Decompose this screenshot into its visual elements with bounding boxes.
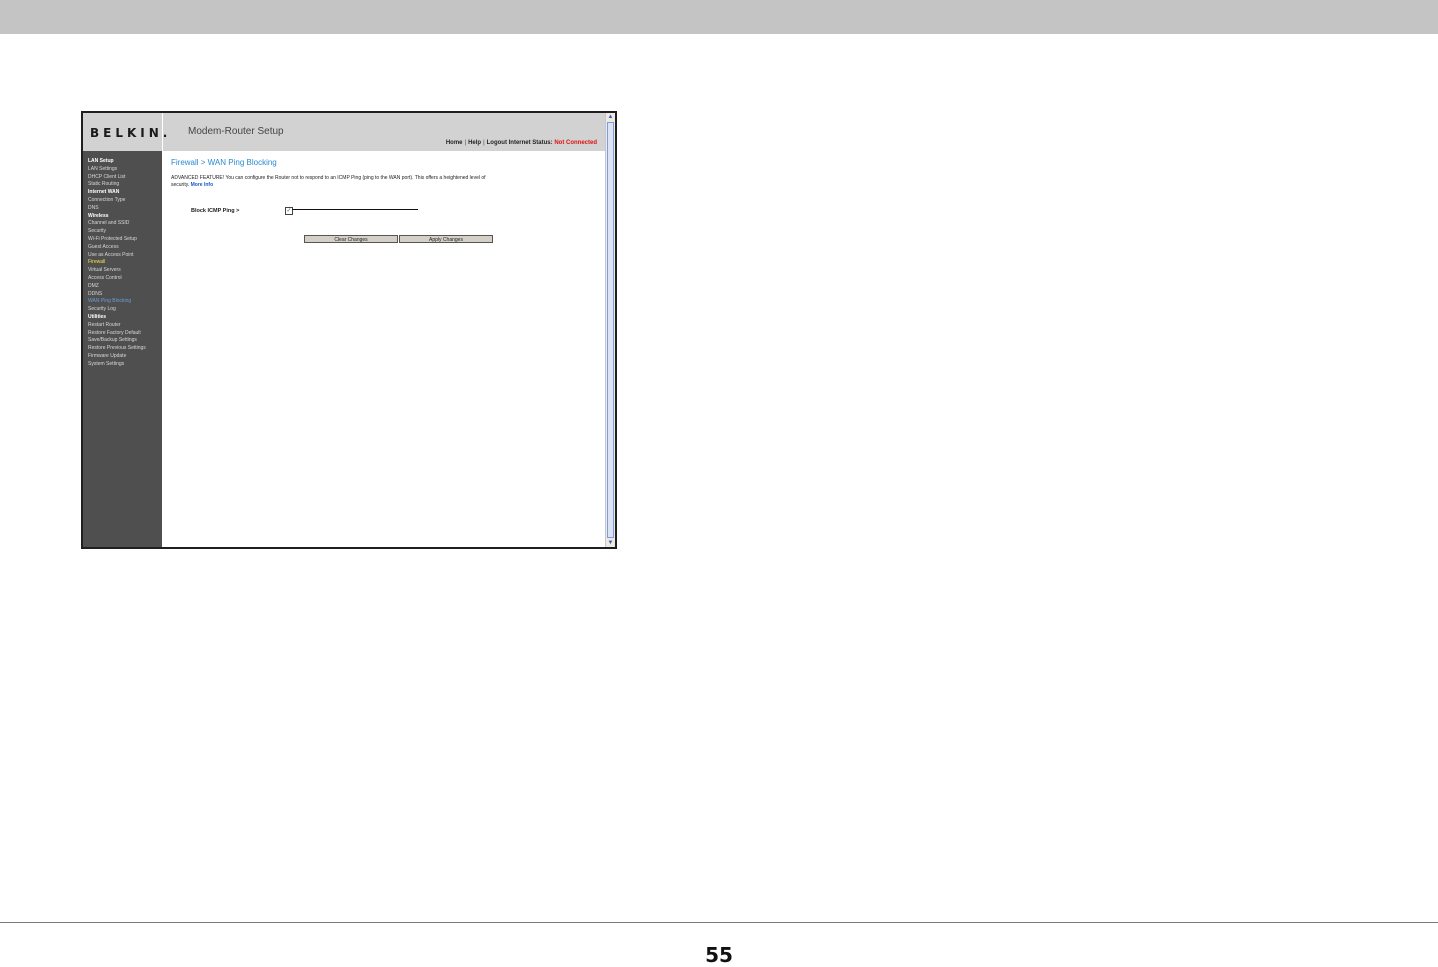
sidebar-item[interactable]: Restore Factory Default: [83, 330, 162, 338]
sidebar-item[interactable]: DDNS: [83, 291, 162, 299]
feature-description: ADVANCED FEATURE! You can configure the …: [171, 175, 491, 189]
sidebar-item[interactable]: Access Control: [83, 275, 162, 283]
sidebar-nav: LAN Setup LAN Settings DHCP Client List Sta…: [83, 151, 162, 547]
page-title: Firewall > WAN Ping Blocking: [171, 158, 277, 167]
sidebar-item[interactable]: WAN Ping Blocking: [83, 298, 162, 306]
header-band: [0, 0, 1438, 34]
sidebar-item[interactable]: Firewall: [83, 259, 162, 267]
sidebar-item[interactable]: Firmware Update: [83, 353, 162, 361]
callout-line: [292, 209, 418, 210]
sidebar-item[interactable]: Guest Access: [83, 244, 162, 252]
sidebar-item[interactable]: Restore Previous Settings: [83, 345, 162, 353]
app-title: Modem-Router Setup: [188, 126, 284, 137]
sidebar-item[interactable]: Use as Access Point: [83, 252, 162, 260]
more-info-link[interactable]: More Info: [191, 182, 214, 188]
scroll-up-icon[interactable]: ▲: [607, 113, 614, 121]
top-nav: Home | Help | Logout Internet Status: Not Co…: [445, 140, 597, 146]
sidebar-item[interactable]: Security Log: [83, 306, 162, 314]
sidebar-item[interactable]: Restart Router: [83, 322, 162, 330]
sidebar-item[interactable]: DHCP Client List: [83, 174, 162, 182]
scroll-down-icon[interactable]: ▼: [607, 539, 614, 547]
description-text: ADVANCED FEATURE! You can configure the …: [171, 175, 486, 188]
router-header: BELKIN. Modem-Router Setup Home | Help | Log…: [83, 113, 605, 151]
main-content: Firewall > WAN Ping Blocking ADVANCED FE…: [163, 151, 605, 547]
scroll-thumb[interactable]: [607, 122, 614, 538]
sidebar-section-heading: LAN Setup: [88, 158, 114, 164]
vertical-scrollbar[interactable]: ▲ ▼: [605, 113, 615, 547]
block-icmp-label: Block ICMP Ping >: [191, 208, 240, 214]
checkmark-icon: ✓: [286, 208, 292, 214]
sidebar-section-heading: Wireless: [88, 212, 109, 219]
sidebar-section-heading: Internet WAN: [88, 189, 120, 196]
nav-logout-link[interactable]: Logout: [487, 140, 507, 146]
sidebar-item[interactable]: DMZ: [83, 283, 162, 291]
nav-help-link[interactable]: Help: [468, 140, 481, 146]
belkin-logo: BELKIN.: [90, 126, 172, 140]
apply-changes-button[interactable]: Apply Changes: [399, 235, 493, 243]
internet-status-label: Internet Status:: [508, 140, 553, 146]
clear-changes-button[interactable]: Clear Changes: [304, 235, 398, 243]
sidebar-item[interactable]: Static Routing: [83, 181, 162, 189]
sidebar-item[interactable]: Save/Backup Settings: [83, 337, 162, 345]
sidebar-item[interactable]: Channel and SSID: [83, 220, 162, 228]
nav-home-link[interactable]: Home: [446, 140, 463, 146]
sidebar-item[interactable]: Connection Type: [83, 197, 162, 205]
sidebar-section-heading: Utilities: [88, 313, 107, 320]
router-screenshot: BELKIN. Modem-Router Setup Home | Help | Log…: [81, 111, 617, 549]
sidebar-item[interactable]: Wi-Fi Protected Setup: [83, 236, 162, 244]
sidebar-item[interactable]: Virtual Servers: [83, 267, 162, 275]
header-divider: [162, 113, 163, 151]
sidebar-item[interactable]: System Settings: [83, 361, 162, 369]
page-number: 55: [705, 943, 733, 967]
internet-status-value: Not Connected: [554, 140, 597, 146]
sidebar-item[interactable]: Security: [83, 228, 162, 236]
sidebar-item[interactable]: LAN Settings: [83, 166, 162, 174]
footer-divider: [0, 922, 1438, 923]
sidebar-item[interactable]: DNS: [83, 205, 162, 213]
